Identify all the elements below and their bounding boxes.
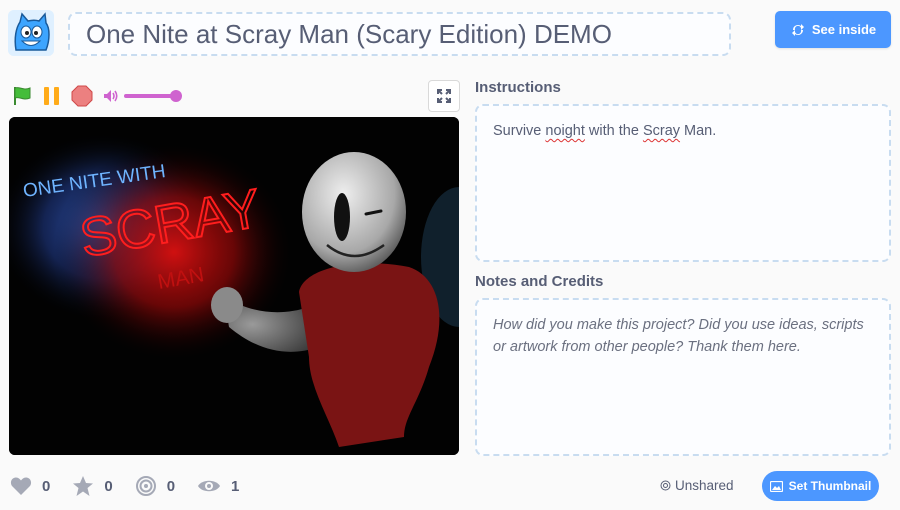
- favorite-stat[interactable]: 0: [72, 475, 113, 497]
- green-flag-button[interactable]: [10, 84, 34, 108]
- project-title-field[interactable]: One Nite at Scray Man (Scary Edition) DE…: [68, 12, 731, 56]
- player-controls: [10, 84, 184, 108]
- scratch-cat-avatar[interactable]: [8, 10, 54, 56]
- see-inside-button[interactable]: See inside: [775, 11, 891, 48]
- unshared-status: Unshared: [660, 478, 734, 493]
- notes-placeholder: How did you make this project? Did you u…: [493, 317, 864, 355]
- scray-man-eye: [334, 193, 350, 241]
- notes-heading: Notes and Credits: [475, 273, 604, 290]
- volume-slider[interactable]: [124, 84, 184, 108]
- project-stats: 0 0 0 1: [10, 472, 261, 500]
- remix-spiral-icon: [135, 476, 156, 496]
- instructions-text-2: with the: [584, 123, 643, 139]
- project-stage[interactable]: ONE NITE WITH SCRAY MAN: [9, 117, 459, 455]
- view-count: 1: [231, 477, 240, 495]
- project-title: One Nite at Scray Man (Scary Edition) DE…: [86, 18, 612, 49]
- set-thumbnail-label: Set Thumbnail: [788, 479, 872, 493]
- volume-knob[interactable]: [169, 90, 182, 102]
- favorite-count: 0: [104, 477, 113, 495]
- set-thumbnail-button[interactable]: Set Thumbnail: [762, 471, 879, 501]
- instructions-misspelled-2: Scray: [642, 123, 681, 139]
- instructions-text-1: Survive: [493, 123, 546, 139]
- instructions-text-3: Man.: [680, 123, 717, 139]
- pause-button[interactable]: [40, 84, 64, 108]
- view-stat: 1: [197, 477, 239, 495]
- volume-icon[interactable]: [102, 87, 120, 105]
- green-flag-icon: [14, 87, 31, 105]
- instructions-heading: Instructions: [475, 79, 561, 96]
- remix-stat: 0: [135, 475, 175, 497]
- instructions-misspelled-1: noight: [545, 123, 585, 139]
- star-icon: [73, 476, 94, 496]
- remix-count: 0: [166, 477, 176, 495]
- image-icon: [769, 480, 783, 492]
- heart-icon: [10, 477, 32, 495]
- fullscreen-button[interactable]: [428, 80, 460, 112]
- scray-man-hand: [211, 287, 243, 323]
- stop-icon: [71, 85, 93, 107]
- pause-icon: [44, 87, 59, 105]
- volume-control: [102, 84, 184, 108]
- unshared-icon: [660, 480, 671, 491]
- instructions-field[interactable]: Survive noight with the Scray Man.: [475, 104, 891, 262]
- see-inside-label: See inside: [811, 22, 877, 37]
- love-stat[interactable]: 0: [10, 476, 50, 496]
- fullscreen-icon: [437, 89, 451, 103]
- eye-icon: [198, 480, 221, 492]
- project-page: One Nite at Scray Man (Scary Edition) DE…: [0, 0, 900, 510]
- notes-field[interactable]: How did you make this project? Did you u…: [475, 298, 891, 456]
- remix-arrows-icon: [791, 23, 804, 36]
- stage-canvas: ONE NITE WITH SCRAY MAN: [9, 117, 459, 455]
- scray-man-head: [302, 152, 406, 272]
- stop-button[interactable]: [70, 84, 94, 108]
- unshared-label: Unshared: [675, 478, 734, 493]
- love-count: 0: [42, 477, 51, 495]
